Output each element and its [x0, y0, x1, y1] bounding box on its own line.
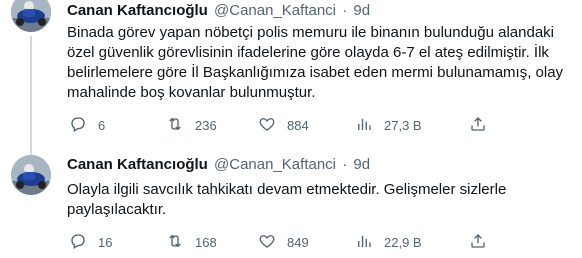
- heart-icon: [258, 232, 276, 253]
- reply-count: 6: [98, 117, 106, 133]
- retweet-icon: [166, 115, 184, 136]
- author-name[interactable]: Canan Kaftancıoğlu: [67, 2, 208, 19]
- author-handle[interactable]: @Canan_Kaftanci: [214, 156, 336, 173]
- tweet-time[interactable]: 9d: [353, 156, 370, 173]
- views-button[interactable]: 22,9 B: [355, 232, 422, 252]
- bar-chart-icon: [355, 232, 373, 253]
- share-button[interactable]: [469, 232, 487, 252]
- retweet-button[interactable]: 168: [166, 232, 217, 252]
- avatar[interactable]: [11, 0, 51, 32]
- separator: ·: [342, 2, 348, 19]
- retweet-count: 168: [195, 234, 217, 250]
- action-bar: 6 236 884 27,3 B: [67, 115, 497, 135]
- reply-button[interactable]: 16: [69, 232, 112, 252]
- thread-line: [30, 150, 32, 154]
- tweet-2[interactable]: Canan Kaftancıoğlu @Canan_Kaftanci · 9d …: [0, 150, 582, 258]
- retweet-count: 236: [195, 117, 217, 133]
- like-count: 884: [287, 117, 309, 133]
- views-button[interactable]: 27,3 B: [355, 115, 422, 135]
- reply-icon: [69, 115, 87, 136]
- heart-icon: [258, 115, 276, 136]
- author-name[interactable]: Canan Kaftancıoğlu: [67, 156, 208, 173]
- action-bar: 16 168 849 22,9 B: [67, 232, 497, 252]
- author-handle[interactable]: @Canan_Kaftanci: [214, 2, 336, 19]
- share-icon: [469, 232, 487, 253]
- separator: ·: [342, 156, 348, 173]
- like-button[interactable]: 849: [258, 232, 309, 252]
- tweet-text: Binada görev yapan nöbetçi polis memuru …: [67, 24, 564, 101]
- tweet-time[interactable]: 9d: [353, 2, 370, 19]
- share-button[interactable]: [469, 115, 487, 135]
- reply-icon: [69, 232, 87, 253]
- tweet-1[interactable]: Canan Kaftancıoğlu @Canan_Kaftanci · 9d …: [0, 0, 582, 156]
- tweet-text: Olayla ilgili savcılık tahkikatı devam e…: [67, 181, 507, 218]
- views-count: 22,9 B: [384, 234, 422, 250]
- reply-button[interactable]: 6: [69, 115, 105, 135]
- bar-chart-icon: [355, 115, 373, 136]
- thread-line: [30, 36, 32, 156]
- like-count: 849: [287, 234, 309, 250]
- like-button[interactable]: 884: [258, 115, 309, 135]
- tweet-header: Canan Kaftancıoğlu @Canan_Kaftanci · 9d: [67, 1, 370, 21]
- tweet-header: Canan Kaftancıoğlu @Canan_Kaftanci · 9d: [67, 155, 370, 175]
- retweet-icon: [166, 232, 184, 253]
- avatar[interactable]: [11, 155, 51, 195]
- retweet-button[interactable]: 236: [166, 115, 217, 135]
- views-count: 27,3 B: [384, 117, 422, 133]
- reply-count: 16: [98, 234, 113, 250]
- share-icon: [469, 115, 487, 136]
